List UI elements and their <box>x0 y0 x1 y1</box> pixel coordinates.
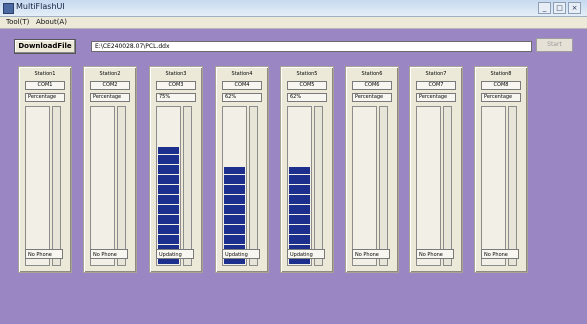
station-progress-bar <box>352 106 377 266</box>
station-port: COM7 <box>416 81 456 90</box>
minimize-icon[interactable]: _ <box>538 2 551 14</box>
station-scrollbar[interactable] <box>508 106 517 266</box>
station-progress-bar <box>25 106 50 266</box>
station-scrollbar[interactable] <box>379 106 388 266</box>
station-port: COM5 <box>287 81 327 90</box>
station-scrollbar[interactable] <box>249 106 258 266</box>
station-percentage: 62% <box>222 93 262 102</box>
station-panel: Station2 COM2 Percentage No Phone <box>83 66 137 273</box>
station-title: Station7 <box>425 71 447 77</box>
station-title: Station4 <box>231 71 253 77</box>
station-panel: Station5 COM5 62% Updating <box>280 66 334 273</box>
title-bar: MultiFlashUI _ □ × <box>0 0 587 17</box>
station-title: Station6 <box>361 71 383 77</box>
station-port: COM6 <box>352 81 392 90</box>
station-scrollbar[interactable] <box>183 106 192 266</box>
close-icon[interactable]: × <box>568 2 581 14</box>
station-title: Station8 <box>490 71 512 77</box>
station-panel: Station8 COM8 Percentage No Phone <box>474 66 528 273</box>
station-status: No Phone <box>481 249 519 259</box>
app-window: MultiFlashUI _ □ × Tool(T) About(A) Down… <box>0 0 587 324</box>
station-scrollbar[interactable] <box>314 106 323 266</box>
station-status: No Phone <box>416 249 454 259</box>
menu-bar: Tool(T) About(A) <box>0 17 587 29</box>
download-file-button[interactable]: DownloadFile <box>14 39 76 54</box>
station-percentage: Percentage <box>481 93 521 102</box>
station-progress-bar <box>287 106 312 266</box>
station-percentage: Percentage <box>416 93 456 102</box>
station-progress-bar <box>90 106 115 266</box>
station-scrollbar[interactable] <box>117 106 126 266</box>
station-status: No Phone <box>90 249 128 259</box>
station-panel: Station3 COM3 75% Updating <box>149 66 203 273</box>
station-percentage: Percentage <box>90 93 130 102</box>
station-percentage: 75% <box>156 93 196 102</box>
station-port: COM1 <box>25 81 65 90</box>
window-controls: _ □ × <box>538 2 581 14</box>
station-percentage: Percentage <box>25 93 65 102</box>
station-percentage: 62% <box>287 93 327 102</box>
station-title: Station3 <box>165 71 187 77</box>
station-status: Updating <box>156 249 194 259</box>
station-port: COM3 <box>156 81 196 90</box>
start-button[interactable]: Start <box>536 38 573 52</box>
file-path-field[interactable]: E:\CE240028.07\PCL.ddx <box>91 41 532 52</box>
station-panel: Station4 COM4 62% Updating <box>215 66 269 273</box>
station-port: COM2 <box>90 81 130 90</box>
station-title: Station1 <box>34 71 56 77</box>
maximize-icon[interactable]: □ <box>553 2 566 14</box>
station-panel: Station6 COM6 Percentage No Phone <box>345 66 399 273</box>
station-percentage: Percentage <box>352 93 392 102</box>
station-progress-bar <box>481 106 506 266</box>
station-scrollbar[interactable] <box>52 106 61 266</box>
station-status: No Phone <box>25 249 63 259</box>
window-title: MultiFlashUI <box>16 2 65 11</box>
station-progress-bar <box>416 106 441 266</box>
station-status: Updating <box>222 249 260 259</box>
station-panel: Station7 COM7 Percentage No Phone <box>409 66 463 273</box>
station-port: COM4 <box>222 81 262 90</box>
station-title: Station5 <box>296 71 318 77</box>
station-port: COM8 <box>481 81 521 90</box>
station-progress-bar <box>222 106 247 266</box>
station-panel: Station1 COM1 Percentage No Phone <box>18 66 72 273</box>
menu-tool[interactable]: Tool(T) <box>6 17 29 28</box>
station-scrollbar[interactable] <box>443 106 452 266</box>
station-progress-bar <box>156 106 181 266</box>
menu-about[interactable]: About(A) <box>36 17 67 28</box>
station-status: Updating <box>287 249 325 259</box>
app-icon <box>3 3 14 14</box>
station-progress-fill <box>158 147 179 264</box>
station-title: Station2 <box>99 71 121 77</box>
station-status: No Phone <box>352 249 390 259</box>
